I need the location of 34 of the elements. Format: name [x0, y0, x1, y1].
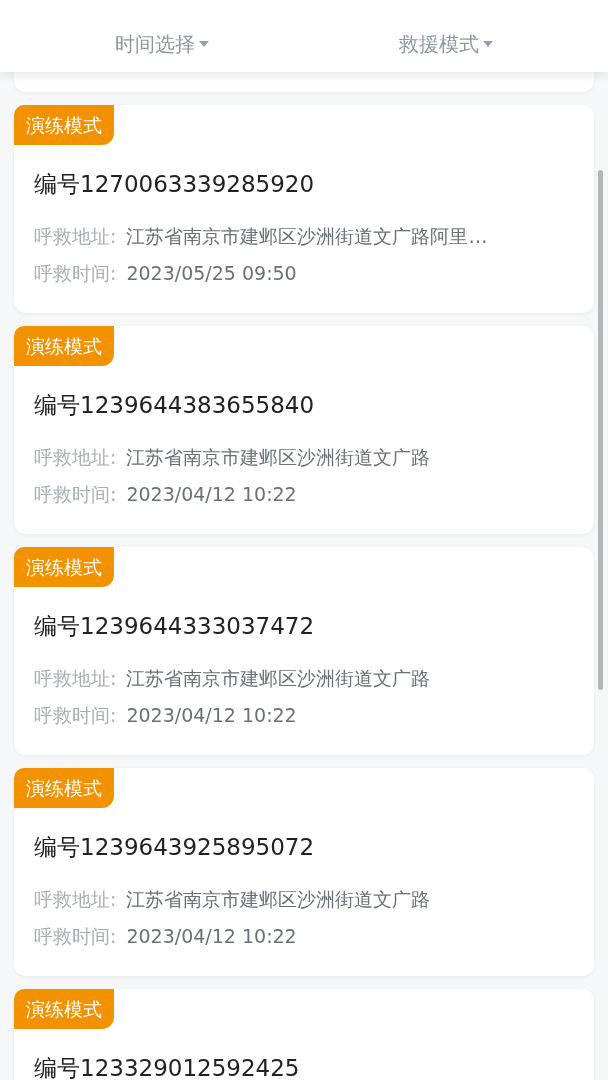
record-number: 编号1239644383655840 [33, 391, 316, 420]
record-number: 编号1239643925895072 [33, 833, 316, 862]
record-card[interactable]: 演练模式 编号123329012592425 [14, 989, 594, 1080]
field-label: 呼救地址: [34, 225, 117, 248]
time-text: 2023/04/12 10:22 [126, 704, 297, 727]
record-card[interactable]: 演练模式 编号1239644333037472 呼救地址: 江苏省南京市建邺区沙洲街道文广路 呼救时间: 2023/04/12 10:22 [14, 547, 594, 755]
record-number: 编号1270063339285920 [33, 170, 316, 199]
field-label: 呼救地址: [34, 446, 117, 469]
field-label: 呼救时间: [34, 704, 117, 727]
address-text: 江苏省南京市建邺区沙洲街道文广路 [126, 888, 431, 911]
mode-tag: 演练模式 [14, 768, 114, 808]
record-number: 编号123329012592425 [33, 1054, 301, 1080]
record-card[interactable]: 演练模式 编号1239643925895072 呼救地址: 江苏省南京市建邺区沙洲街道文广路 呼救时间: 2023/04/12 10:22 [14, 768, 594, 976]
field-label: 呼救时间: [34, 262, 117, 285]
mode-tag: 演练模式 [14, 547, 114, 587]
time-text: 2023/04/12 10:22 [126, 483, 297, 506]
address-text: 江苏省南京市建邺区沙洲街道文广路 [126, 446, 431, 469]
mode-tag: 演练模式 [14, 105, 114, 145]
caret-icon [483, 41, 493, 47]
field-label: 呼救地址: [34, 888, 117, 911]
record-card[interactable]: 演练模式 编号1239644383655840 呼救地址: 江苏省南京市建邺区沙洲街道文广路 呼救时间: 2023/04/12 10:22 [14, 326, 594, 534]
record-number: 编号1239644333037472 [33, 612, 316, 641]
address-text: 江苏省南京市建邺区沙洲街道文广路阿里… [126, 225, 488, 248]
scrollbar[interactable] [598, 170, 603, 690]
time-text: 2023/05/25 09:50 [126, 262, 297, 285]
mode-tag: 演练模式 [14, 989, 114, 1029]
field-label: 呼救地址: [34, 667, 117, 690]
field-label: 呼救时间: [34, 925, 117, 948]
caret-icon [199, 41, 209, 47]
mode-tag: 演练模式 [14, 326, 114, 366]
field-label: 呼救时间: [34, 483, 117, 506]
address-text: 江苏省南京市建邺区沙洲街道文广路 [126, 667, 431, 690]
time-text: 2023/04/12 10:22 [126, 925, 297, 948]
record-card[interactable]: 演练模式 编号1270063339285920 呼救地址: 江苏省南京市建邺区沙洲街道文广路阿里… 呼救时间: 2023/05/25 09:50 [14, 105, 594, 313]
